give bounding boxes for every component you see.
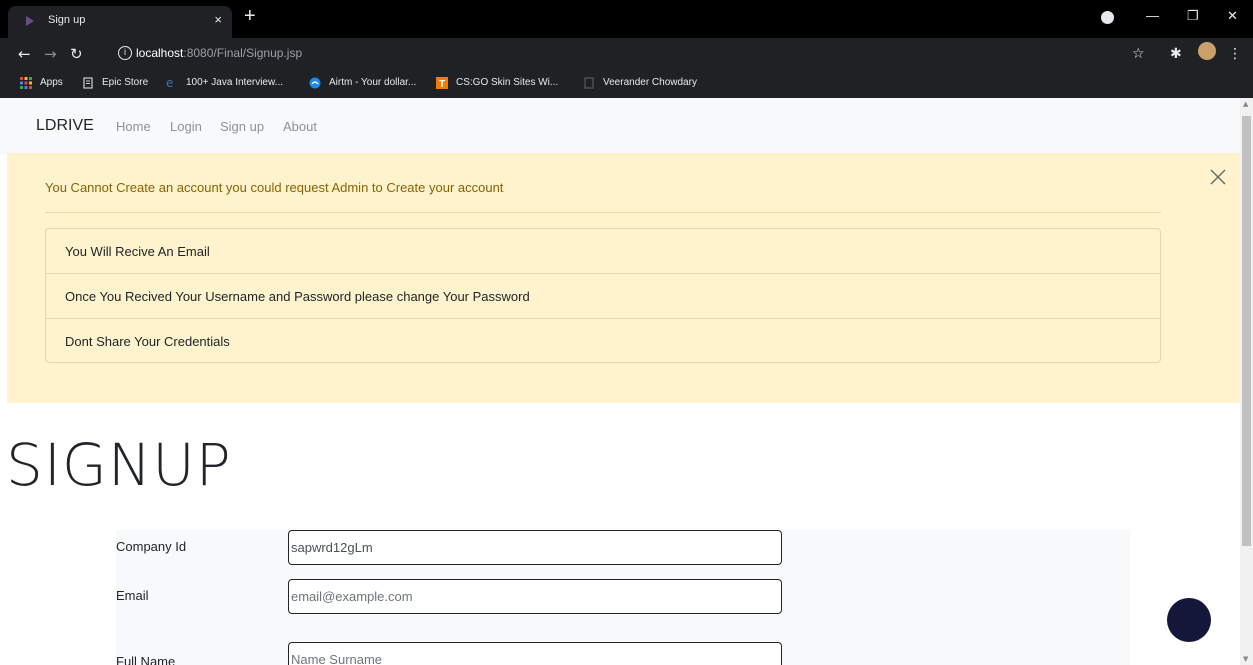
url-host: localhost <box>136 46 184 60</box>
list-item: You Will Recive An Email <box>46 229 1160 274</box>
bookmarks-bar: Apps Epic Store e 100+ Java Interview...… <box>0 70 1253 98</box>
tab-title: Sign up <box>48 14 86 26</box>
bookmark-csgo[interactable]: CS:GO Skin Sites Wi... <box>456 77 558 88</box>
nav-link-home[interactable]: Home <box>116 119 151 134</box>
instructions-list: You Will Recive An Email Once You Recive… <box>45 228 1161 363</box>
url-path: :8080/Final/Signup.jsp <box>183 46 303 60</box>
alert-message: You Cannot Create an account you could r… <box>45 180 504 195</box>
info-icon[interactable]: i <box>118 46 132 60</box>
warning-alert: You Cannot Create an account you could r… <box>7 153 1240 403</box>
close-window-icon[interactable]: ✕ <box>1227 8 1238 24</box>
forward-arrow-icon[interactable]: → <box>44 45 57 63</box>
full-name-input[interactable] <box>288 642 782 665</box>
bookmark-apps[interactable]: Apps <box>40 77 63 88</box>
browser-tab-signup[interactable]: Sign up × <box>8 6 232 38</box>
edge-icon: e <box>166 77 173 89</box>
bookmark-veerander[interactable]: Veerander Chowdary <box>603 77 697 88</box>
restore-window-icon[interactable]: ❐ <box>1187 8 1199 24</box>
tab-close-icon[interactable]: × <box>214 12 222 27</box>
svg-text:e: e <box>166 77 173 89</box>
full-name-label: Full Name <box>116 654 176 665</box>
back-arrow-icon[interactable]: ← <box>18 45 31 63</box>
list-item-text: Once You Recived Your Username and Passw… <box>65 289 530 304</box>
extensions-puzzle-icon[interactable]: ✱ <box>1170 46 1182 62</box>
nav-link-about[interactable]: About <box>283 119 317 134</box>
email-input[interactable] <box>288 579 782 614</box>
nav-link-login[interactable]: Login <box>170 119 202 134</box>
bookmark-epic-store[interactable]: Epic Store <box>102 77 148 88</box>
bookmark-airtm[interactable]: Airtm - Your dollar... <box>329 77 416 88</box>
company-id-input[interactable] <box>288 530 782 565</box>
svg-text:T: T <box>439 79 445 89</box>
site-navbar: LDRIVE Home Login Sign up About <box>0 98 1240 154</box>
alert-divider <box>45 212 1161 213</box>
browser-tab-bar: Sign up × + — ❐ ✕ <box>0 0 1253 38</box>
new-tab-button[interactable]: + <box>244 6 256 26</box>
epic-store-icon <box>83 77 93 89</box>
page-title: SIGNUP <box>6 431 232 499</box>
scroll-down-icon[interactable]: ▼ <box>1243 655 1248 663</box>
page-favicon-icon <box>26 16 34 26</box>
reload-icon[interactable]: ↻ <box>70 45 83 63</box>
profile-icon[interactable] <box>1101 11 1114 24</box>
email-label: Email <box>116 588 149 603</box>
t-icon: T <box>436 77 448 89</box>
list-item: Dont Share Your Credentials <box>46 319 1160 364</box>
list-item: Once You Recived Your Username and Passw… <box>46 274 1160 319</box>
url-text: localhost:8080/Final/Signup.jsp <box>136 46 302 60</box>
scrollbar-thumb[interactable] <box>1242 116 1251 546</box>
apps-grid-icon <box>20 77 32 89</box>
floating-action-button[interactable] <box>1167 598 1211 642</box>
browser-toolbar: ← → ↻ i localhost:8080/Final/Signup.jsp … <box>0 38 1253 70</box>
address-bar[interactable]: i localhost:8080/Final/Signup.jsp <box>104 42 1164 66</box>
list-item-text: Dont Share Your Credentials <box>65 334 230 349</box>
page-viewport: LDRIVE Home Login Sign up About You Cann… <box>0 98 1240 665</box>
airtm-icon <box>309 77 321 89</box>
company-id-label: Company Id <box>116 539 187 554</box>
navbar-brand[interactable]: LDRIVE <box>36 117 94 135</box>
bookmark-java-interview[interactable]: 100+ Java Interview... <box>186 77 283 88</box>
list-item-text: You Will Recive An Email <box>65 244 210 259</box>
page-scrollbar[interactable]: ▲ ▼ <box>1240 98 1253 665</box>
minimize-window-icon[interactable]: — <box>1146 8 1159 23</box>
blank-page-icon <box>584 77 594 89</box>
menu-kebab-icon[interactable]: ⋮ <box>1228 46 1242 62</box>
account-avatar[interactable] <box>1198 42 1216 60</box>
bookmark-star-icon[interactable]: ☆ <box>1132 46 1145 62</box>
close-icon[interactable] <box>1207 166 1229 188</box>
nav-link-signup[interactable]: Sign up <box>220 119 264 134</box>
scroll-up-icon[interactable]: ▲ <box>1243 100 1248 108</box>
signup-form: Company Id Email Full Name <box>116 530 1130 665</box>
